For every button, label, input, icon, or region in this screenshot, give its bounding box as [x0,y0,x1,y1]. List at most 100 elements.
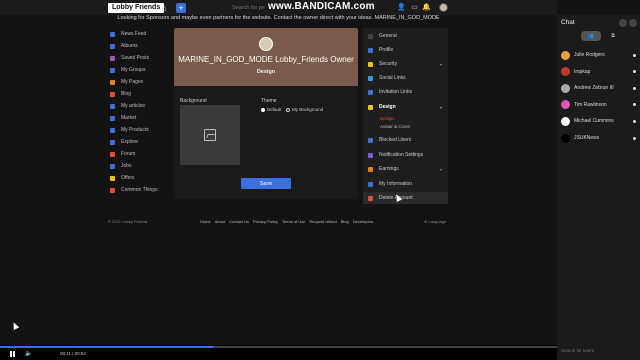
sidebar: News Feed Albums Saved Posts My Groups My Pa… [110,28,170,196]
sidebar-item[interactable]: Saved Posts [110,52,170,64]
settings-item[interactable]: Profile [363,44,448,56]
footer-link[interactable]: Privacy Policy [253,219,278,224]
user-icon[interactable]: 👤 [397,3,406,12]
settings-item[interactable]: Delete Account [363,192,448,204]
settings-item-label: Profile [379,47,394,53]
settings-item[interactable]: Blocked Users [363,134,448,146]
sidebar-item[interactable]: Common Things [110,184,170,196]
save-button[interactable]: Save [241,178,291,189]
sidebar-item[interactable]: Blog [110,88,170,100]
background-upload[interactable] [180,105,240,165]
settings-item-icon [368,104,373,110]
sidebar-item-label: News Feed [121,31,147,37]
settings-subitem-avatar-cover[interactable]: Avatar & Cover [380,124,410,129]
settings-item[interactable]: Social Links [363,72,448,84]
gear-icon[interactable] [629,19,637,27]
avatar [561,50,570,60]
bell-icon[interactable]: 🔔 [422,3,431,12]
sidebar-item-label: Jobs [121,163,132,169]
footer-link[interactable]: About [215,219,225,224]
sidebar-item-label: Forum [121,151,136,157]
settings-item-label: Blocked Users [379,137,412,143]
sidebar-item-icon [110,127,115,133]
footer-link[interactable]: Contact Us [229,219,249,224]
avatar [561,116,570,126]
home-icon[interactable]: ⌂ [159,3,169,13]
sidebar-item-icon [110,115,115,121]
sidebar-item-label: Offers [121,175,135,181]
sidebar-item-icon [110,55,115,61]
settings-item-label: Earnings [379,166,399,172]
sidebar-item[interactable]: My Groups [110,64,170,76]
footer-link[interactable]: Home [200,219,211,224]
sidebar-item[interactable]: Explore [110,136,170,148]
theme-label: Theme [261,98,277,104]
language-selector[interactable]: ⊕ Language [424,219,446,224]
sidebar-item[interactable]: My articles [110,100,170,112]
top-bar: Lobby Friends ⌂ + www.BANDICAM.com 👤 ▭ 🔔 [0,0,557,15]
mouse-cursor [10,321,20,330]
sidebar-item-label: My Groups [121,67,146,73]
chat-user[interactable]: Julie Rodgers [561,49,638,61]
messages-icon[interactable]: ▭ [410,3,419,12]
settings-item-label: Security [379,61,398,67]
chat-search-input[interactable] [561,346,636,355]
footer-link[interactable]: Developers [353,219,373,224]
theme-my-background-radio[interactable]: My Background [286,107,323,112]
chat-settings-icon[interactable] [619,19,627,27]
settings-item[interactable]: My Information [363,178,448,190]
theme-option-label: My Background [292,107,324,112]
settings-item[interactable]: Security ▾ [363,58,448,70]
settings-item[interactable]: Invitation Links [363,86,448,98]
settings-item-icon [368,195,373,201]
sidebar-item[interactable]: Jobs [110,160,170,172]
progress-track[interactable] [0,346,557,348]
sidebar-item-label: Common Things [121,187,158,193]
settings-subitem-design[interactable]: Design [380,116,394,121]
sidebar-item[interactable]: Albums [110,40,170,52]
sidebar-item[interactable]: Market [110,112,170,124]
site-logo[interactable]: Lobby Friends [108,3,165,13]
sidebar-item-label: My Products [121,127,149,133]
pause-icon[interactable] [10,351,15,357]
avatar[interactable] [439,3,448,12]
avatar [561,67,570,77]
settings-item[interactable]: Earnings ▾ [363,163,448,175]
sidebar-item[interactable]: Forum [110,148,170,160]
create-icon[interactable]: + [176,3,186,13]
chat-user[interactable]: Michael Cummins [561,115,638,127]
settings-item[interactable]: General [363,30,448,42]
chat-title: Chat [561,19,575,26]
sidebar-item[interactable]: My Products [110,124,170,136]
online-status-icon [633,86,636,90]
settings-menu: General Profile Security ▾ Social Links Invit… [363,28,448,204]
sidebar-item-label: My articles [121,103,145,109]
profile-avatar[interactable] [259,37,273,51]
tab-groups[interactable]: ⧉ [603,31,623,41]
settings-item-label: General [379,33,397,39]
sidebar-item[interactable]: My Pages [110,76,170,88]
chat-user[interactable]: JSUKNews [561,132,638,144]
sidebar-item[interactable]: News Feed [110,28,170,40]
chat-user[interactable]: Impkap [561,66,638,78]
radio-selected-icon [261,107,265,112]
footer-link[interactable]: Terms of Use [282,219,306,224]
chat-user[interactable]: Tim Rawlinson [561,99,638,111]
avatar [561,83,570,93]
settings-item[interactable]: Notification Settings [363,149,448,161]
chat-user-name: Michael Cummins [574,118,614,125]
chat-user[interactable]: Andrew Zebrun III [561,82,638,94]
sidebar-item[interactable]: Offers [110,172,170,184]
footer-link[interactable]: Request refund [309,219,336,224]
video-player-bar: 🔈 00:11 / 00:52 [0,345,557,360]
settings-item-label: Design [379,104,396,110]
theme-default-radio[interactable]: Default [261,107,281,112]
volume-icon[interactable]: 🔈 [25,351,32,357]
footer-copyright: © 2021 Lobby Friends [108,219,148,224]
settings-item-icon [368,75,373,81]
settings-item[interactable]: Design ▾ [363,101,448,113]
settings-item-icon [368,137,373,143]
tab-users[interactable]: 👥 [581,31,601,41]
playback-time: 00:11 / 00:52 [60,351,86,356]
footer-link[interactable]: Blog [341,219,349,224]
